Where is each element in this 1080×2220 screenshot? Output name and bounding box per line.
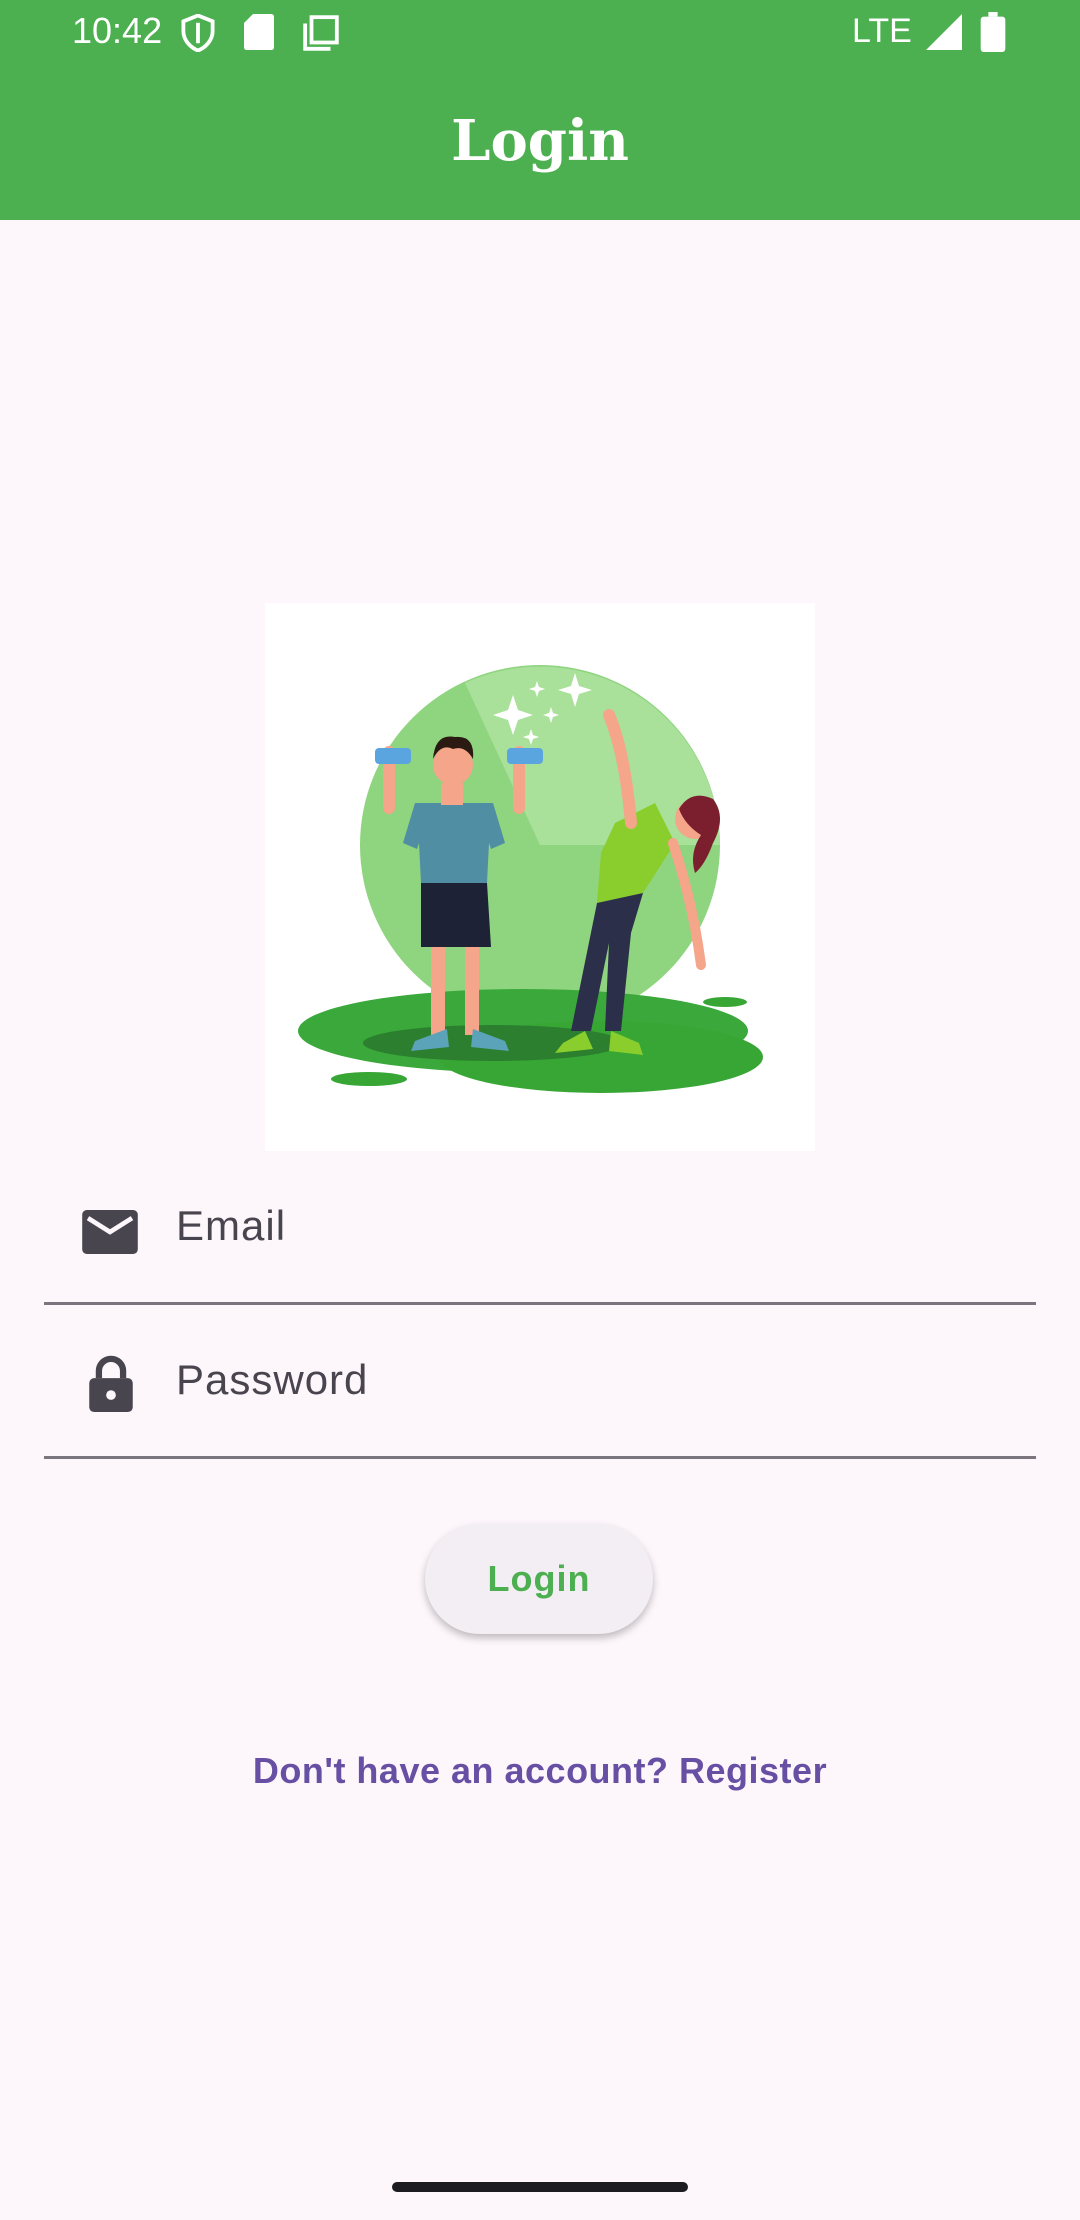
lock-icon	[89, 1355, 133, 1412]
gesture-nav-bar[interactable]	[392, 2182, 688, 2192]
page-title: Login	[451, 108, 629, 174]
password-field[interactable]: Password	[44, 1316, 1036, 1459]
sd-card-icon	[244, 14, 274, 50]
network-type: LTE	[852, 12, 912, 50]
app-bar: 10:42 LTE Login	[0, 0, 1080, 220]
password-placeholder: Password	[176, 1356, 369, 1403]
fitness-illustration	[298, 665, 763, 1093]
email-field[interactable]: Email	[44, 1162, 1036, 1305]
battery-icon	[980, 12, 1006, 52]
register-link[interactable]: Don't have an account? Register	[0, 1750, 1080, 1792]
email-placeholder: Email	[176, 1202, 287, 1249]
signal-icon	[926, 14, 962, 50]
shield-icon	[181, 14, 215, 52]
status-time: 10:42	[72, 10, 163, 51]
hero-illustration	[265, 603, 815, 1151]
login-button[interactable]: Login	[425, 1524, 653, 1634]
screenshot-icon	[303, 15, 339, 51]
email-icon	[82, 1210, 138, 1254]
status-bar: 10:42 LTE	[0, 0, 1080, 64]
